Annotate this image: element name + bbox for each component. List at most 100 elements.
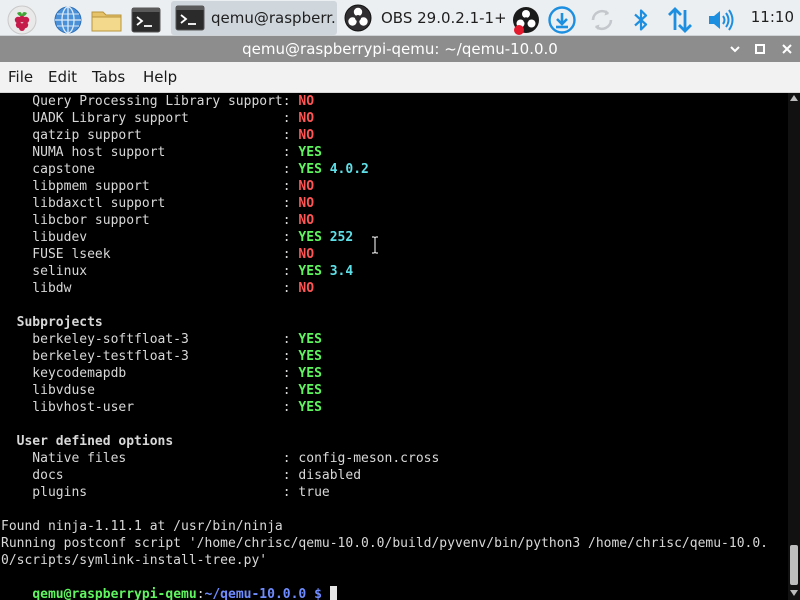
terminal-line: berkeley-softfloat-3 : YES xyxy=(1,331,322,348)
prompt-user: qemu@raspberrypi-qemu xyxy=(32,587,197,600)
window-title: qemu@raspberrypi-qemu: ~/qemu-10.0.0 xyxy=(242,40,558,58)
ibeam-pointer-icon xyxy=(372,236,378,254)
terminal-line: Running postconf script '/home/chrisc/qe… xyxy=(1,535,768,552)
terminal-line: Native files : config-meson.cross xyxy=(1,450,439,467)
status-no: NO xyxy=(298,196,315,211)
terminal-launcher-button[interactable] xyxy=(129,2,163,34)
task-obs[interactable]: OBS 29.0.2.1-1+.. xyxy=(341,1,507,35)
raspberry-pi-menu-button[interactable] xyxy=(6,2,38,35)
terminal-text: NUMA host support : xyxy=(1,145,299,160)
terminal-line: berkeley-testfloat-3 : YES xyxy=(1,348,322,365)
terminal-text: 0/scripts/symlink-install-tree.py' xyxy=(1,553,268,568)
terminal-text: Found ninja-1.11.1 at /usr/bin/ninja xyxy=(1,519,283,534)
terminal-line: User defined options xyxy=(1,433,174,450)
section-heading: User defined options xyxy=(1,434,174,449)
terminal-line: selinux : YES 3.4 xyxy=(1,263,353,280)
menu-file[interactable]: File xyxy=(8,68,33,86)
clock[interactable]: 11:10 xyxy=(751,8,794,26)
terminal-text: libpmem support : xyxy=(1,179,299,194)
terminal-launcher-icon xyxy=(131,7,161,33)
status-yes: YES xyxy=(298,366,322,381)
maximize-icon[interactable] xyxy=(750,39,770,59)
volume-tray-button[interactable] xyxy=(704,2,736,34)
obs-recording-tray-button[interactable] xyxy=(510,2,542,35)
scroll-up-arrow-icon[interactable] xyxy=(790,95,798,101)
terminal-line: libpmem support : NO xyxy=(1,178,314,195)
terminal-line: keycodemapdb : YES xyxy=(1,365,322,382)
terminal-line: libvhost-user : YES xyxy=(1,399,322,416)
terminal-line: FUSE lseek : NO xyxy=(1,246,314,263)
task-terminal-label: qemu@raspberr.. xyxy=(211,9,335,27)
terminal-line: Query Processing Library support: NO xyxy=(1,93,314,110)
section-heading: Subprojects xyxy=(1,315,103,330)
sync-tray-button[interactable] xyxy=(586,2,618,34)
sync-icon xyxy=(591,9,613,31)
status-no: NO xyxy=(298,94,315,109)
terminal-line: libudev : YES 252 xyxy=(1,229,353,246)
network-tray-button[interactable] xyxy=(664,2,696,34)
status-no: NO xyxy=(298,247,315,262)
text-cursor xyxy=(329,586,337,600)
terminal-line: plugins : true xyxy=(1,484,330,501)
terminal-line: NUMA host support : YES xyxy=(1,144,322,161)
terminal-line: 0/scripts/symlink-install-tree.py' xyxy=(1,552,267,569)
network-transfer-icon xyxy=(668,7,692,33)
status-yes: YES xyxy=(298,400,322,415)
terminal-line: docs : disabled xyxy=(1,467,361,484)
scroll-thumb[interactable] xyxy=(790,545,798,585)
status-yes: YES xyxy=(298,145,322,160)
window-titlebar[interactable]: qemu@raspberrypi-qemu: ~/qemu-10.0.0 xyxy=(0,36,800,62)
taskbar: qemu@raspberr.. OBS 29.0.2.1-1+.. 11:10 xyxy=(0,0,800,36)
file-manager-button[interactable] xyxy=(90,2,124,34)
terminal-text: Running postconf script '/home/chrisc/qe… xyxy=(1,536,769,551)
task-terminal[interactable]: qemu@raspberr.. xyxy=(171,1,337,35)
status-yes: YES xyxy=(298,230,322,245)
status-yes: YES xyxy=(298,264,322,279)
terminal-line: libcbor support : NO xyxy=(1,212,314,229)
terminal-text: libdaxctl support : xyxy=(1,196,299,211)
terminal-line: libdaxctl support : NO xyxy=(1,195,314,212)
volume-icon xyxy=(709,9,734,31)
bluetooth-tray-button[interactable] xyxy=(626,2,656,34)
file-manager-icon xyxy=(91,11,122,32)
terminal-text: libcbor support : xyxy=(1,213,299,228)
terminal-text: docs : disabled xyxy=(1,468,362,483)
terminal-text: berkeley-softfloat-3 : xyxy=(1,332,299,347)
status-no: NO xyxy=(298,213,315,228)
terminal-text: Query Processing Library support: xyxy=(1,94,299,109)
menu-tabs[interactable]: Tabs xyxy=(92,68,125,86)
terminal-line: Found ninja-1.11.1 at /usr/bin/ninja xyxy=(1,518,283,535)
status-yes: YES xyxy=(298,332,322,347)
terminal-text: libudev : xyxy=(1,230,299,245)
updates-tray-button[interactable] xyxy=(546,2,578,34)
web-browser-button[interactable] xyxy=(52,2,84,34)
terminal-text: UADK Library support : xyxy=(1,111,299,126)
web-browser-icon xyxy=(54,6,82,34)
terminal-text: plugins : true xyxy=(1,485,330,500)
status-no: NO xyxy=(298,281,315,296)
terminal-text: capstone : xyxy=(1,162,299,177)
menu-edit[interactable]: Edit xyxy=(48,68,77,86)
scroll-down-arrow-icon[interactable] xyxy=(790,590,798,596)
terminal-text: berkeley-testfloat-3 : xyxy=(1,349,299,364)
terminal-line: libvduse : YES xyxy=(1,382,322,399)
terminal-scrollbar[interactable] xyxy=(788,93,800,600)
version-text: 4.0.2 xyxy=(329,162,369,177)
prompt-path: ~/qemu-10.0.0 xyxy=(204,587,307,600)
close-icon[interactable] xyxy=(777,39,797,59)
minimize-icon[interactable] xyxy=(725,39,745,59)
updates-download-icon xyxy=(548,6,576,34)
terminal-text: libdw : xyxy=(1,281,299,296)
version-text: 252 xyxy=(329,230,354,245)
status-no: NO xyxy=(298,179,315,194)
terminal-line: capstone : YES 4.0.2 xyxy=(1,161,369,178)
terminal-output[interactable]: Query Processing Library support: NO UAD… xyxy=(0,93,788,600)
raspberry-pi-menu-icon xyxy=(7,5,37,35)
obs-icon xyxy=(344,4,372,32)
menu-help[interactable]: Help xyxy=(143,68,177,86)
terminal-icon xyxy=(175,5,205,31)
terminal-prompt[interactable]: qemu@raspberrypi-qemu:~/qemu-10.0.0 $ xyxy=(1,569,337,600)
